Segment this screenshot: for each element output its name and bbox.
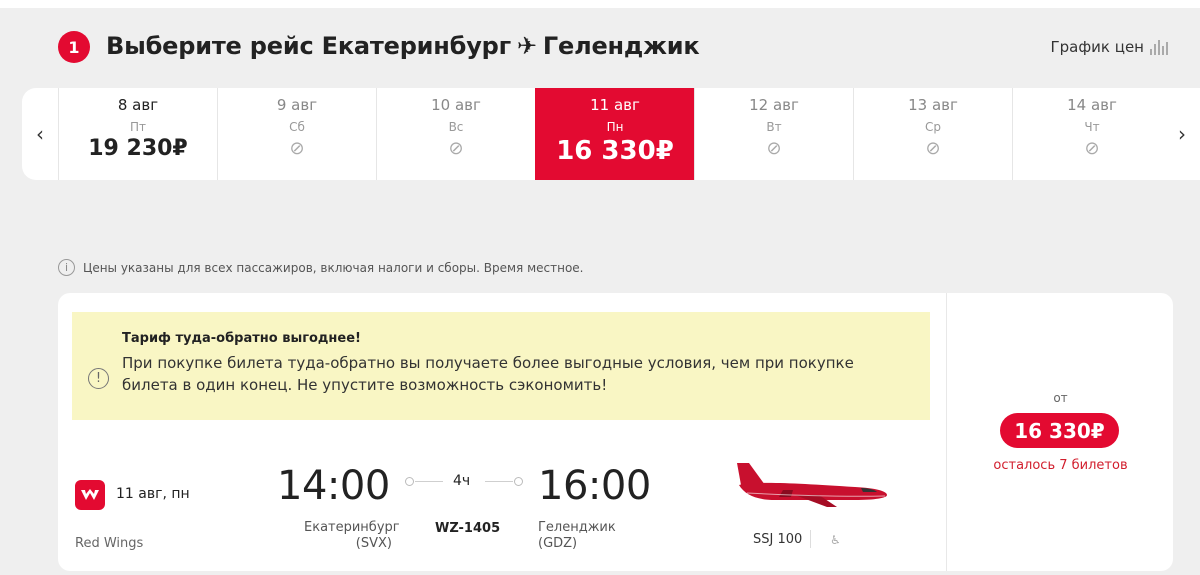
price-chart-link[interactable]: График цен <box>1050 38 1168 56</box>
select-price-button[interactable]: 16 330₽ <box>1000 413 1119 448</box>
notice-text: При покупке билета туда-обратно вы получ… <box>122 354 854 394</box>
date-weekday: Пн <box>606 120 624 134</box>
aircraft-type: SSJ 100 <box>753 532 803 547</box>
top-strip <box>0 0 1200 8</box>
route-end-dot <box>514 477 523 486</box>
warning-icon: ! <box>88 368 109 389</box>
departure-city-name: Екатеринбург <box>304 520 400 535</box>
plane-icon: ✈ <box>517 32 537 60</box>
seats-left-label: осталось 7 билетов <box>993 458 1128 473</box>
unavailable-icon: ⊘ <box>1084 138 1100 159</box>
date-price: 16 330₽ <box>556 136 674 166</box>
info-icon: i <box>58 259 75 276</box>
date-price: 19 230₽ <box>88 136 188 161</box>
chevron-left-icon: ‹ <box>36 122 44 146</box>
price-chart-label: График цен <box>1050 38 1144 56</box>
date-day: 9 авг <box>276 96 318 114</box>
next-dates-button[interactable]: › <box>1164 88 1200 180</box>
departure-time: 14:00 <box>277 463 390 509</box>
airline-name: Red Wings <box>75 536 144 551</box>
date-weekday: Ср <box>925 120 941 134</box>
date-weekday: Вс <box>448 120 464 134</box>
date-cell-8[interactable]: 8 авг Пт 19 230₽ <box>58 88 217 180</box>
date-cell-11-selected[interactable]: 11 авг Пн 16 330₽ <box>535 88 694 180</box>
page-header: 1 Выберите рейс Екатеринбург ✈ Геленджик Г… <box>58 30 1168 64</box>
flight-date: 11 авг, пн <box>116 486 190 502</box>
date-cell-10[interactable]: 10 авг Вс ⊘ <box>376 88 535 180</box>
bar-chart-icon <box>1150 39 1168 55</box>
date-day: 10 авг <box>431 96 481 114</box>
departure-airport-code: (SVX) <box>355 536 392 551</box>
round-trip-notice: ! Тариф туда-обратно выгоднее! При покуп… <box>72 312 930 420</box>
arrival-city: Геленджик (GDZ) <box>538 520 616 552</box>
price-info-text: Цены указаны для всех пассажиров, включа… <box>83 260 584 275</box>
red-wings-logo-icon <box>75 480 105 510</box>
flight-duration: 4ч <box>453 473 471 489</box>
flight-card[interactable]: ! Тариф туда-обратно выгоднее! При покуп… <box>58 293 946 571</box>
date-cell-13[interactable]: 13 авг Ср ⊘ <box>853 88 1012 180</box>
date-selector: ‹ 8 авг Пт 19 230₽ 9 авг Сб ⊘ 10 авг Вс … <box>22 88 1200 180</box>
unavailable-icon: ⊘ <box>448 138 464 159</box>
price-from-label: от <box>1053 391 1068 405</box>
price-card: от 16 330₽ осталось 7 билетов <box>946 293 1173 571</box>
date-cell-14[interactable]: 14 авг Чт ⊘ <box>1012 88 1171 180</box>
prev-dates-button[interactable]: ‹ <box>22 88 58 180</box>
date-weekday: Пт <box>129 120 146 134</box>
date-day: 14 авг <box>1067 96 1117 114</box>
chevron-right-icon: › <box>1178 122 1186 146</box>
date-day: 13 авг <box>908 96 958 114</box>
unavailable-icon: ⊘ <box>289 138 305 159</box>
step-badge: 1 <box>58 31 90 63</box>
date-cell-12[interactable]: 12 авг Вт ⊘ <box>694 88 853 180</box>
date-weekday: Вт <box>766 120 782 134</box>
divider <box>810 530 811 548</box>
date-cell-9[interactable]: 9 авг Сб ⊘ <box>217 88 376 180</box>
title-destination: Геленджик <box>542 32 700 60</box>
date-weekday: Чт <box>1084 120 1100 134</box>
date-day: 8 авг <box>117 96 159 114</box>
arrival-city-name: Геленджик <box>538 520 616 535</box>
route-start-dot <box>405 477 414 486</box>
date-weekday: Сб <box>289 120 305 134</box>
departure-city: Екатеринбург (SVX) <box>304 520 400 552</box>
flight-number: WZ-1405 <box>435 521 501 536</box>
price-info-note: i Цены указаны для всех пассажиров, вклю… <box>58 259 584 276</box>
unavailable-icon: ⊘ <box>925 138 941 159</box>
aircraft-image-icon <box>737 463 887 507</box>
title-origin: Выберите рейс Екатеринбург <box>106 32 511 60</box>
unavailable-icon: ⊘ <box>766 138 782 159</box>
seat-icon: ♿ <box>830 533 841 547</box>
arrival-time: 16:00 <box>538 463 651 509</box>
date-day: 11 авг <box>590 96 640 114</box>
notice-title: Тариф туда-обратно выгоднее! <box>122 331 361 346</box>
page-title: Выберите рейс Екатеринбург ✈ Геленджик <box>106 32 700 60</box>
date-day: 12 авг <box>749 96 799 114</box>
arrival-airport-code: (GDZ) <box>538 536 578 551</box>
